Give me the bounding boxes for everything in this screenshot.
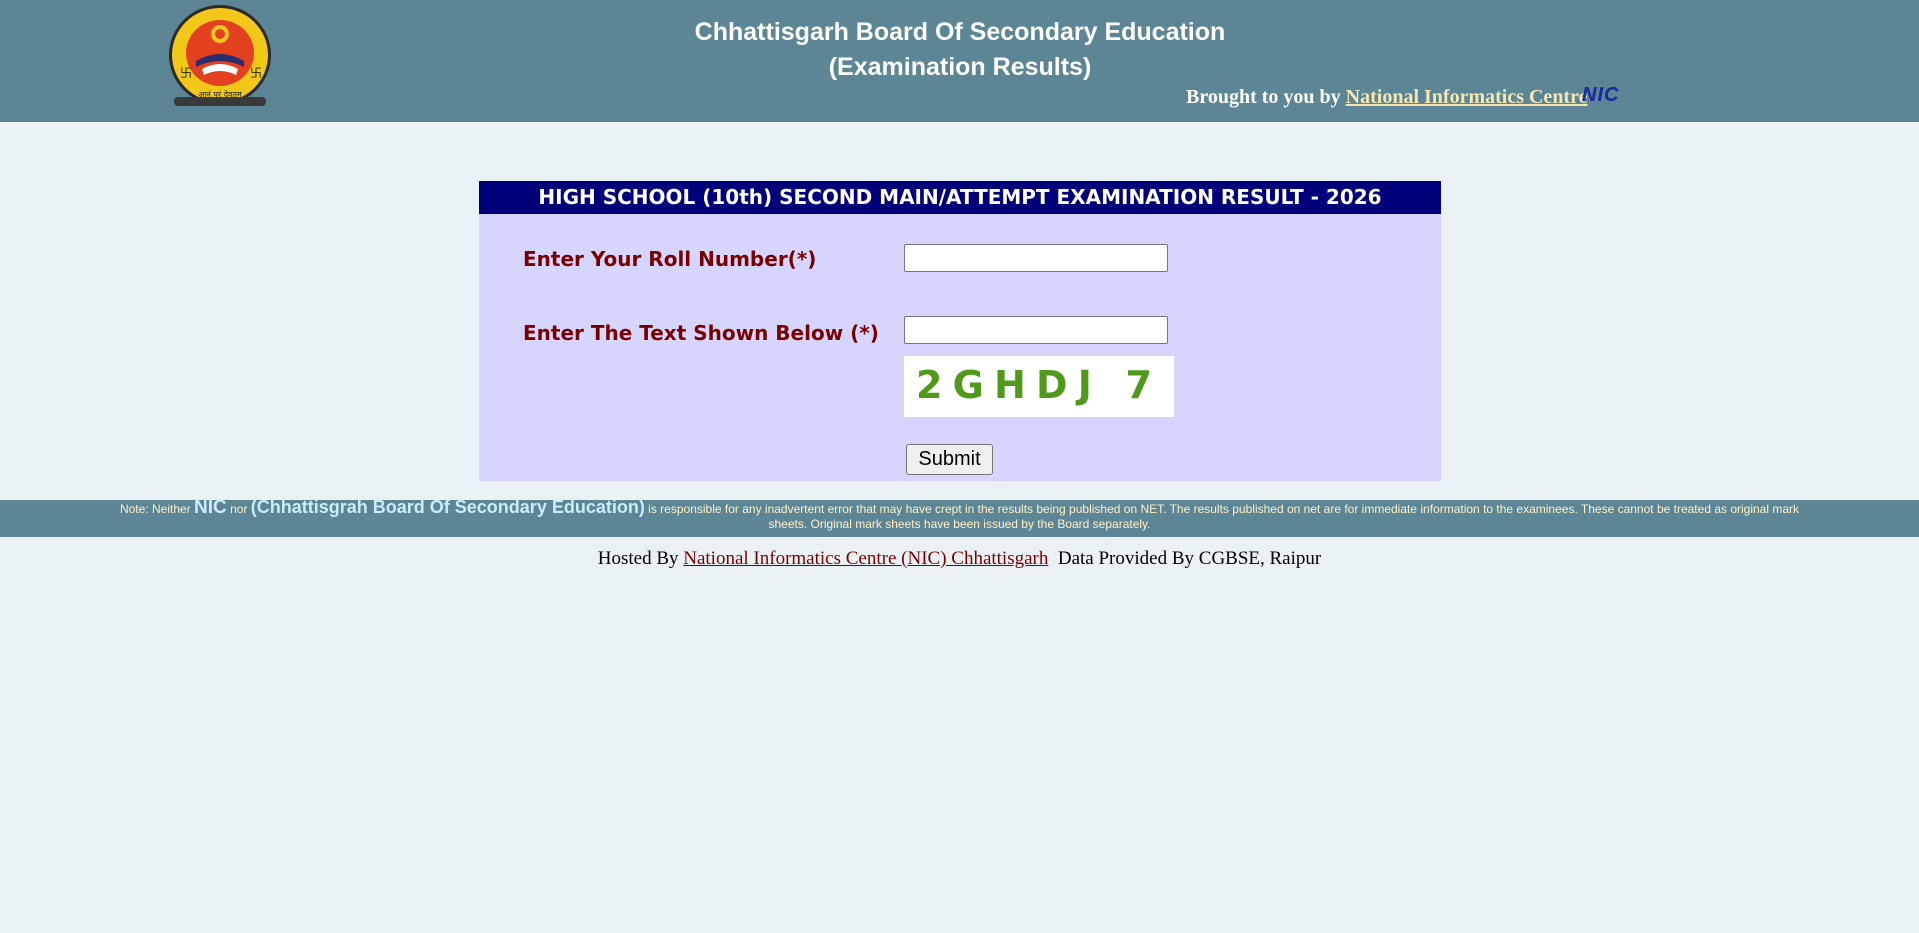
- form-title: HIGH SCHOOL (10th) SECOND MAIN/ATTEMPT E…: [479, 181, 1441, 214]
- cgbse-emblem-icon: 卐 卐 आनं परं देवतम्: [169, 5, 271, 106]
- header-banner: 卐 卐 आनं परं देवतम् Chhattisgarh Board Of…: [0, 0, 1919, 122]
- note-board: (Chhattisgrah Board Of Secondary Educati…: [250, 497, 645, 517]
- result-form-panel: HIGH SCHOOL (10th) SECOND MAIN/ATTEMPT E…: [479, 181, 1441, 481]
- note-nic: NIC: [194, 497, 227, 518]
- disclaimer-note: Note: Neither NIC nor (Chhattisgrah Boar…: [0, 497, 1919, 537]
- nic-logo-icon: NIC: [1582, 84, 1620, 106]
- roll-number-label: Enter Your Roll Number(*): [523, 247, 817, 271]
- footer: Hosted By National Informatics Centre (N…: [0, 548, 1919, 570]
- svg-text:卐: 卐: [180, 66, 192, 80]
- data-provided-text: Data Provided By CGBSE, Raipur: [1057, 548, 1322, 569]
- nic-chhattisgarh-link[interactable]: National Informatics Centre (NIC) Chhatt…: [683, 548, 1048, 569]
- note-prefix: Note: Neither: [119, 502, 191, 516]
- note-nor: nor: [230, 502, 248, 516]
- captcha-input[interactable]: [904, 316, 1168, 344]
- captcha-image: 2GHDJ 7: [904, 356, 1174, 417]
- brought-by-prefix: Brought to you by: [1186, 86, 1341, 108]
- captcha-label: Enter The Text Shown Below (*): [523, 321, 879, 345]
- page-subtitle: (Examination Results): [828, 53, 1092, 81]
- note-rest: is responsible for any inadvertent error…: [648, 502, 1800, 531]
- roll-number-input[interactable]: [904, 244, 1168, 272]
- hosted-by-prefix: Hosted By: [597, 548, 679, 569]
- svg-text:卐: 卐: [250, 66, 262, 80]
- brought-by-text: Brought to you by National Informatics C…: [1186, 86, 1588, 109]
- submit-button[interactable]: Submit: [906, 444, 993, 475]
- nic-link[interactable]: National Informatics Centre: [1346, 86, 1588, 108]
- page-title: Chhattisgarh Board Of Secondary Educatio…: [694, 18, 1226, 46]
